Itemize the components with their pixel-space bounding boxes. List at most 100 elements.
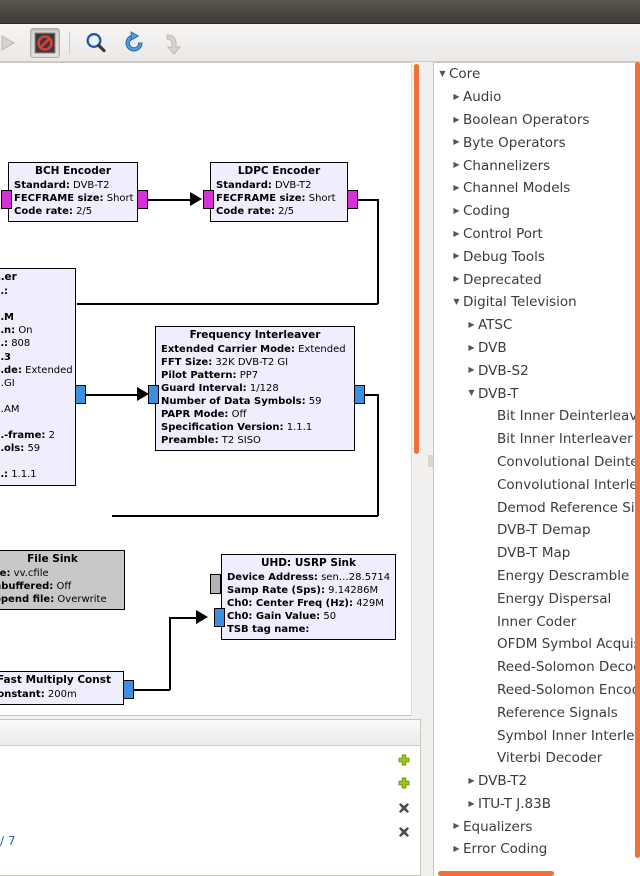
port-freqint-out[interactable] (354, 385, 365, 404)
tree-item-core[interactable]: ▼ Core (434, 63, 640, 86)
block-tree-vertical-scrollbar[interactable] (635, 62, 640, 858)
main-toolbar (0, 24, 640, 62)
tree-item-dvb[interactable]: ▶ DVB (434, 337, 640, 360)
tree-item-energy-dispersal[interactable]: ▶Energy Dispersal (434, 587, 640, 610)
port-ldpc-in[interactable] (203, 190, 214, 209)
block-tree-panel[interactable]: ▼ Core ▶ Audio ▶ Boolean Operators ▶ Byte Opera… (433, 62, 640, 876)
tree-item-atsc[interactable]: ▶ ATSC (434, 314, 640, 337)
kill-flowgraph-button[interactable] (30, 27, 60, 58)
chevron-right-icon[interactable]: ▶ (465, 793, 478, 816)
tree-item-dvb-t2[interactable]: ▶ DVB-T2 (434, 770, 640, 793)
tree-leaf-spacer: ▶ (484, 428, 497, 451)
block-param: …M (0, 312, 14, 324)
chevron-right-icon[interactable]: ▶ (450, 245, 463, 268)
block-framer-clipped[interactable]: …er …: …M …n: On …: 808 …3 …de: Extended… (0, 268, 76, 486)
tree-item-dvb-t-map[interactable]: ▶DVB-T Map (434, 542, 640, 565)
tree-item-channel-models[interactable]: ▶ Channel Models (434, 177, 640, 200)
port-bch-out[interactable] (137, 190, 148, 209)
tree-item-bit-inner-interleaver[interactable]: ▶Bit Inner Interleaver (434, 428, 640, 451)
tree-item-channelizers[interactable]: ▶ Channelizers (434, 154, 640, 177)
chevron-right-icon[interactable]: ▶ (465, 770, 478, 793)
block-bch-encoder[interactable]: BCH Encoder Standard: DVB-T2 FECFRAME si… (8, 162, 138, 222)
block-param: Constant: 200m (0, 689, 77, 700)
block-frequency-interleaver[interactable]: Frequency Interleaver Extended Carrier M… (155, 326, 355, 451)
tree-item-reed-solomon-decoder[interactable]: ▶Reed-Solomon Decoder (434, 656, 640, 679)
chevron-right-icon[interactable]: ▶ (450, 86, 463, 109)
chevron-right-icon[interactable]: ▶ (465, 359, 478, 382)
rotate-down-button[interactable] (155, 26, 189, 60)
block-param: Standard: DVB-T2 (216, 180, 312, 191)
chevron-right-icon[interactable]: ▶ (450, 109, 463, 132)
tree-item-reference-signals[interactable]: ▶Reference Signals (434, 701, 640, 724)
port-uhd-in[interactable] (214, 608, 225, 627)
tree-item-byte-operators[interactable]: ▶ Byte Operators (434, 131, 640, 154)
execute-flowgraph-button[interactable] (0, 26, 24, 60)
zoom-in-icon[interactable] (397, 754, 411, 768)
tree-item-equalizers[interactable]: ▶ Equalizers (434, 815, 640, 838)
tree-item-debug-tools[interactable]: ▶ Debug Tools (434, 245, 640, 268)
chevron-right-icon[interactable]: ▶ (450, 131, 463, 154)
port-bch-in[interactable] (1, 190, 12, 209)
block-param: Preamble: T2 SISO (161, 435, 261, 446)
reports-body[interactable]: / 7 (0, 746, 420, 875)
tree-item-coding[interactable]: ▶ Coding (434, 200, 640, 223)
wire-freqint-out-h (364, 394, 378, 396)
port-uhd-msg-in[interactable] (210, 574, 221, 594)
tree-item-ofdm-symbol-acquisition[interactable]: ▶OFDM Symbol Acquisition (434, 633, 640, 656)
clear-icon[interactable] (397, 801, 411, 815)
block-file-sink[interactable]: File Sink File: vv.cfile Unbuffered: Off… (0, 550, 125, 610)
flowgraph-canvas[interactable]: BCH Encoder Standard: DVB-T2 FECFRAME si… (0, 62, 421, 716)
close-icon[interactable] (397, 825, 411, 839)
tree-item-symbol-inner-interleaver[interactable]: ▶Symbol Inner Interleaver (434, 724, 640, 747)
tree-item-dvb-s2[interactable]: ▶ DVB-S2 (434, 359, 640, 382)
chevron-right-icon[interactable]: ▶ (450, 223, 463, 246)
port-framer-out[interactable] (75, 385, 86, 404)
tree-item-convolutional-deinterleaver[interactable]: ▶Convolutional Deinterleaver (434, 451, 640, 474)
zoom-button[interactable] (79, 26, 113, 60)
port-ldpc-out[interactable] (347, 190, 358, 209)
tree-item-bit-inner-deinterleaver[interactable]: ▶Bit Inner Deinterleaver (434, 405, 640, 428)
wire-arrow-ldpc-in (190, 192, 202, 206)
tree-item-inner-coder[interactable]: ▶Inner Coder (434, 610, 640, 633)
chevron-right-icon[interactable]: ▶ (450, 268, 463, 291)
tree-item-convolutional-interleaver[interactable]: ▶Convolutional Interleaver (434, 473, 640, 496)
tree-item-error-coding[interactable]: ▶ Error Coding (434, 838, 640, 861)
zoom-out-icon[interactable] (397, 777, 411, 791)
chevron-right-icon[interactable]: ▶ (465, 314, 478, 337)
block-uhd-usrp-sink[interactable]: UHD: USRP Sink Device Address: sen…28.57… (221, 554, 396, 640)
chevron-right-icon[interactable]: ▶ (450, 200, 463, 223)
reload-button[interactable] (117, 26, 151, 60)
chevron-right-icon[interactable]: ▶ (450, 815, 463, 838)
tree-item-control-port[interactable]: ▶ Control Port (434, 223, 640, 246)
chevron-right-icon[interactable]: ▶ (450, 154, 463, 177)
chevron-down-icon[interactable]: ▼ (436, 63, 449, 86)
block-tree-horizontal-scrollbar[interactable] (438, 871, 554, 876)
port-mult-out[interactable] (123, 680, 134, 699)
canvas-vertical-scrollbar-thumb[interactable] (414, 64, 419, 454)
tree-item-demod-reference-signals[interactable]: ▶Demod Reference Signals (434, 496, 640, 519)
block-title: File Sink (27, 553, 78, 565)
tree-item-reed-solomon-encoder[interactable]: ▶Reed-Solomon Encoder (434, 679, 640, 702)
chevron-down-icon[interactable]: ▼ (450, 291, 463, 314)
tree-item-dvb-t-demap[interactable]: ▶DVB-T Demap (434, 519, 640, 542)
block-ldpc-encoder[interactable]: LDPC Encoder Standard: DVB-T2 FECFRAME s… (210, 162, 348, 222)
tree-item-itu-t-j-83b[interactable]: ▶ ITU-T J.83B (434, 793, 640, 816)
tree-item-label: Demod Reference Signals (497, 499, 640, 516)
chevron-right-icon[interactable]: ▶ (450, 838, 463, 861)
port-freqint-in[interactable] (148, 385, 159, 404)
chevron-right-icon[interactable]: ▶ (465, 337, 478, 360)
tree-item-dvb-t[interactable]: ▼ DVB-T (434, 382, 640, 405)
block-param: …: (0, 286, 8, 298)
reports-tabstrip[interactable] (0, 720, 420, 746)
tree-item-energy-descramble[interactable]: ▶Energy Descramble (434, 565, 640, 588)
chevron-down-icon[interactable]: ▼ (465, 382, 478, 405)
panel-divider[interactable] (421, 62, 433, 876)
tree-item-boolean-operators[interactable]: ▶ Boolean Operators (434, 109, 640, 132)
chevron-right-icon[interactable]: ▶ (450, 177, 463, 200)
block-fast-multiply-const[interactable]: Fast Multiply Const Constant: 200m (0, 671, 124, 705)
tree-item-digital-television[interactable]: ▼ Digital Television (434, 291, 640, 314)
tree-item-audio[interactable]: ▶ Audio (434, 86, 640, 109)
tree-item-viterbi-decoder[interactable]: ▶Viterbi Decoder (434, 747, 640, 770)
tree-item-deprecated[interactable]: ▶ Deprecated (434, 268, 640, 291)
window-titlebar[interactable] (0, 0, 640, 24)
